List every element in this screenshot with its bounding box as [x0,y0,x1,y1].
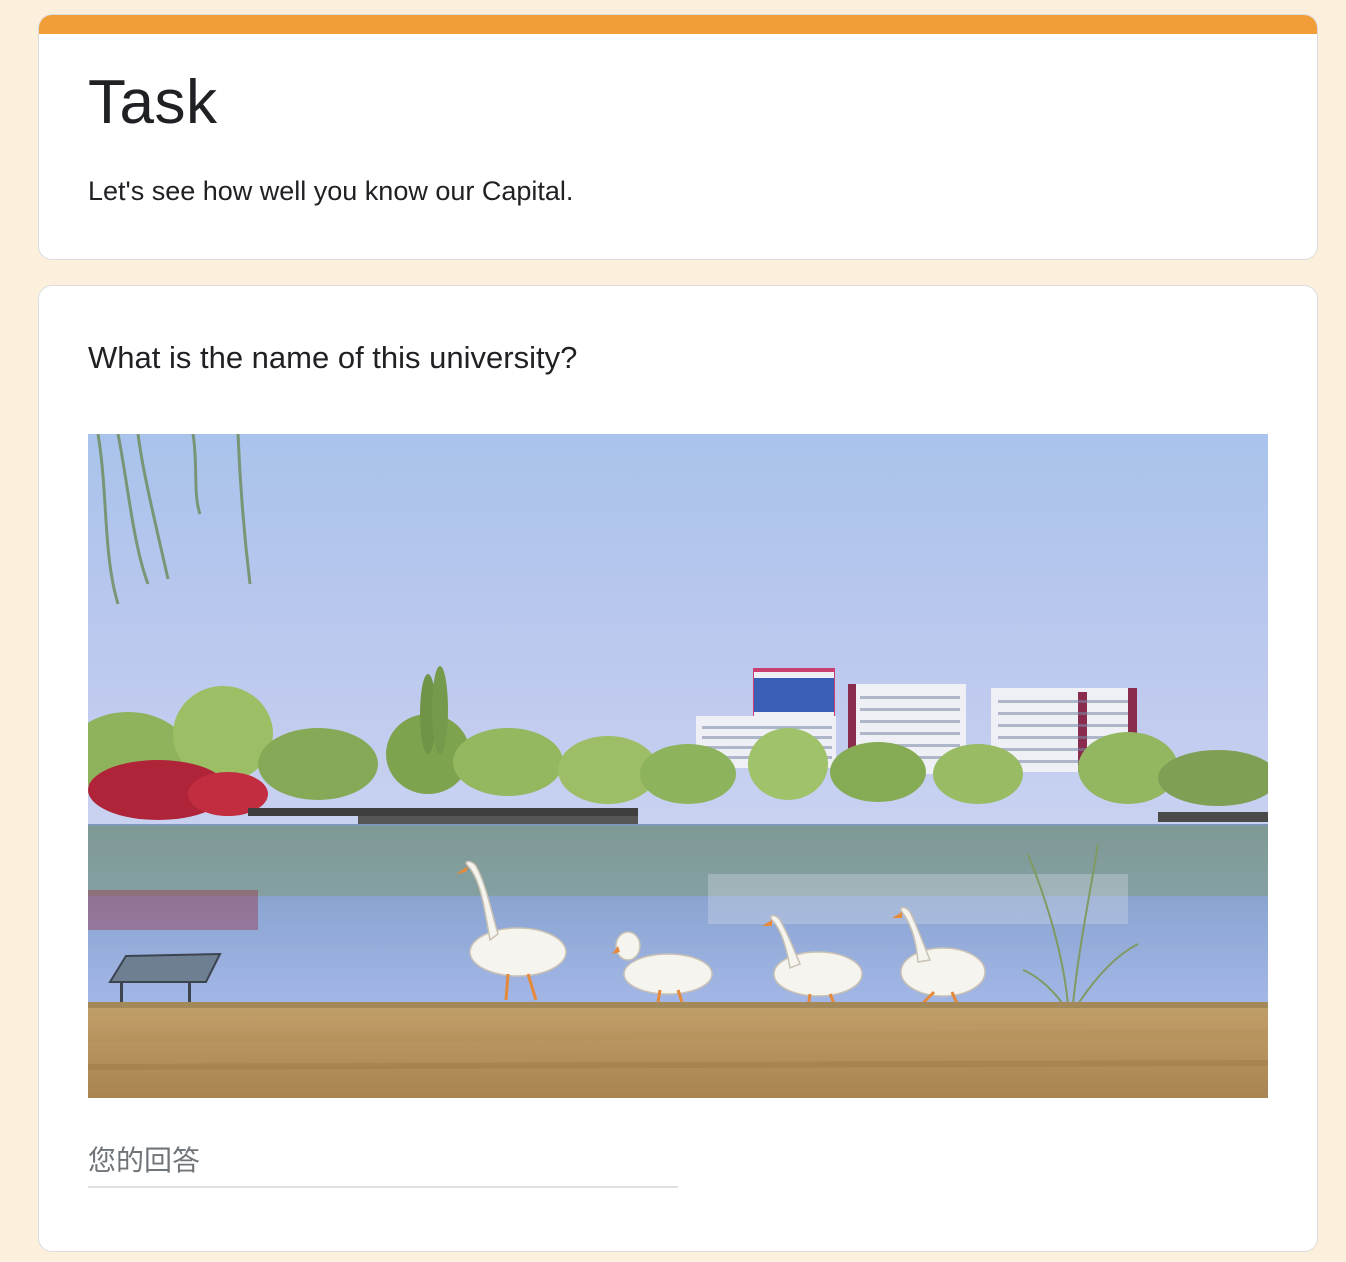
header-accent-bar [39,15,1317,34]
question-image [88,434,1268,1098]
question-card: What is the name of this university? [38,285,1318,1252]
form-header-card: Task Let's see how well you know our Cap… [38,14,1318,260]
question-title: What is the name of this university? [88,340,578,375]
answer-field[interactable] [88,1136,678,1188]
answer-input[interactable] [88,1136,678,1184]
form-title: Task [88,68,218,137]
grass-bank [88,1002,1268,1098]
form-description: Let's see how well you know our Capital. [88,176,574,206]
